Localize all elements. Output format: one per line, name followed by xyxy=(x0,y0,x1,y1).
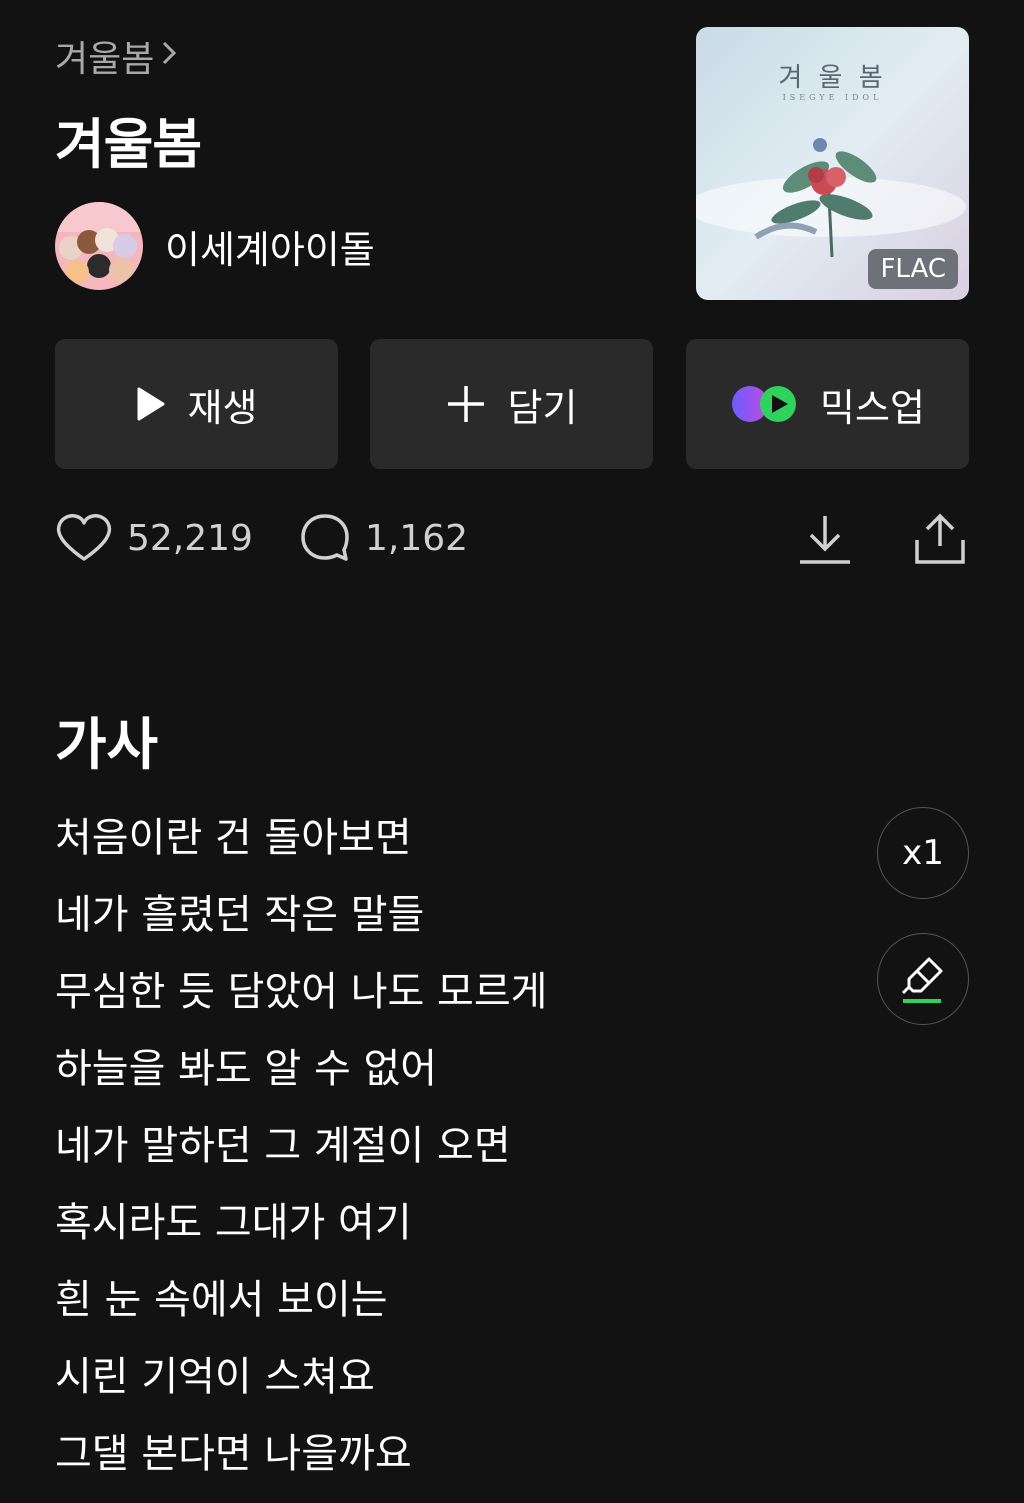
heart-icon xyxy=(56,514,112,561)
lyrics-list: 처음이란 건 돌아보면 네가 흘렸던 작은 말들 무심한 듯 담았어 나도 모르… xyxy=(55,810,547,1503)
share-icon xyxy=(915,513,965,564)
lyric-line: 혹시라도 그대가 여기 xyxy=(55,1200,412,1246)
plus-icon xyxy=(446,384,486,424)
highlighter-icon xyxy=(901,957,943,1003)
artist-row[interactable]: 이세계아이돌 xyxy=(55,202,375,290)
lyric-line: 시린 기억이 스쳐요 xyxy=(55,1354,375,1400)
album-cover[interactable]: 겨 울 봄 ISEGYE IDOL FLAC xyxy=(696,27,969,300)
breadcrumb[interactable]: 겨울봄 xyxy=(55,30,178,82)
play-label: 재생 xyxy=(187,385,258,430)
lyric-line: 하늘을 봐도 알 수 없어 xyxy=(55,1046,438,1092)
lyric-line: 그댈 본다면 나을까요 xyxy=(55,1431,412,1477)
lyric-line: 처음이란 건 돌아보면 xyxy=(55,815,412,861)
speed-label: x1 xyxy=(902,833,944,873)
lyric-line: 네가 말하던 그 계절이 오면 xyxy=(55,1123,511,1169)
artist-name: 이세계아이돌 xyxy=(165,227,375,272)
play-icon xyxy=(136,386,166,422)
comment-count: 1,162 xyxy=(364,517,469,559)
like-count: 52,219 xyxy=(127,517,253,559)
breadcrumb-label: 겨울봄 xyxy=(55,39,155,80)
speed-button[interactable]: x1 xyxy=(877,807,969,899)
cover-title: 겨 울 봄 xyxy=(778,63,887,93)
mixup-icon xyxy=(730,384,798,424)
highlight-button[interactable] xyxy=(877,933,969,1025)
avatar[interactable] xyxy=(55,202,143,290)
lyric-line: 네가 흘렸던 작은 말들 xyxy=(55,892,425,938)
lyric-line: 무심한 듯 담았어 나도 모르게 xyxy=(55,969,548,1015)
download-icon xyxy=(800,516,850,564)
stats-row: 52,219 1,162 xyxy=(55,512,514,564)
mixup-label: 믹스업 xyxy=(820,385,925,430)
share-button[interactable] xyxy=(913,512,967,570)
play-button[interactable]: 재생 xyxy=(55,339,338,469)
add-label: 담기 xyxy=(507,385,578,430)
lyric-line: 흰 눈 속에서 보이는 xyxy=(55,1277,388,1323)
chevron-right-icon xyxy=(160,36,178,77)
comment-stat[interactable]: 1,162 xyxy=(299,512,468,564)
download-button[interactable] xyxy=(798,512,852,570)
add-button[interactable]: 담기 xyxy=(370,339,653,469)
mixup-button[interactable]: 믹스업 xyxy=(686,339,969,469)
lyrics-heading: 가사 xyxy=(55,713,159,778)
song-title: 겨울봄 xyxy=(55,113,202,176)
like-stat[interactable]: 52,219 xyxy=(55,513,253,563)
flac-badge: FLAC xyxy=(868,249,958,289)
cover-subtitle: ISEGYE IDOL xyxy=(782,93,883,102)
comment-icon xyxy=(301,514,349,561)
